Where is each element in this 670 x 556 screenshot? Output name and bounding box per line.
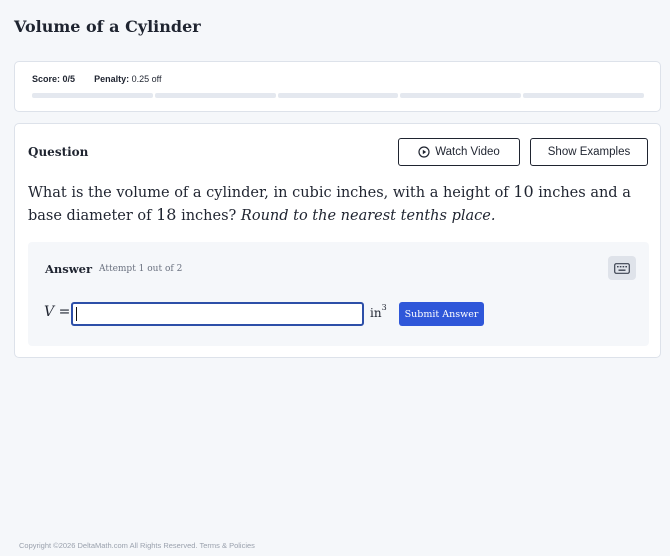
attempt-counter: Attempt 1 out of 2 [99, 264, 183, 274]
variable-symbol: V [44, 304, 55, 320]
answer-panel: Answer Attempt 1 out of 2 V = in3 Submit… [28, 242, 649, 346]
variable-label: V = [44, 304, 70, 320]
text-caret [76, 307, 77, 321]
watch-video-label: Watch Video [435, 146, 500, 158]
diameter-value: 18 [156, 205, 177, 224]
watch-video-button[interactable]: Watch Video [398, 138, 520, 166]
score-progress-bar [32, 93, 644, 98]
height-value: 10 [513, 182, 534, 201]
progress-segment [154, 93, 276, 98]
show-examples-button[interactable]: Show Examples [530, 138, 648, 166]
question-text-part: What is the volume of a cylinder, in cub… [28, 185, 514, 201]
progress-segment [523, 93, 644, 98]
score-row: Score: 0/5 Penalty: 0.25 off [32, 74, 161, 84]
progress-segment [400, 93, 522, 98]
answer-label: Answer [45, 262, 93, 276]
keyboard-icon [614, 262, 630, 274]
progress-segment [277, 93, 399, 98]
play-circle-icon [418, 146, 430, 158]
keyboard-button[interactable] [608, 256, 636, 280]
equals-sign: = [58, 304, 71, 320]
penalty-label: Penalty: [94, 74, 130, 84]
answer-input[interactable] [71, 302, 364, 326]
unit-label: in3 [370, 303, 387, 320]
score-label: Score: [32, 74, 61, 84]
score-value: 0/5 [62, 74, 76, 84]
footer: Copyright ©2026 DeltaMath.com All Rights… [19, 541, 255, 550]
unit-text: in [370, 306, 382, 320]
question-card: Question Watch Video Show Examples What … [14, 123, 661, 358]
progress-segment [32, 93, 153, 98]
terms-link[interactable]: Terms & Policies [199, 541, 254, 550]
question-text-part: inches? [176, 208, 241, 224]
show-examples-label: Show Examples [547, 146, 631, 158]
rounding-instruction: Round to the nearest tenths place. [240, 208, 496, 224]
unit-exponent: 3 [381, 303, 387, 312]
penalty-value: 0.25 off [131, 74, 162, 84]
question-text: What is the volume of a cylinder, in cub… [28, 181, 643, 227]
page-title: Volume of a Cylinder [14, 17, 201, 36]
question-heading: Question [28, 145, 89, 159]
submit-answer-button[interactable]: Submit Answer [399, 302, 484, 326]
copyright-text: Copyright ©2026 DeltaMath.com All Rights… [19, 541, 198, 550]
score-card: Score: 0/5 Penalty: 0.25 off [14, 61, 661, 112]
